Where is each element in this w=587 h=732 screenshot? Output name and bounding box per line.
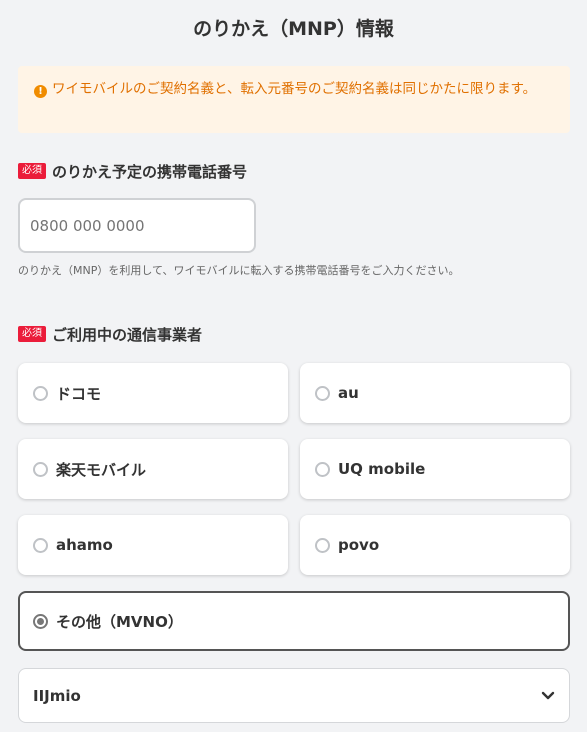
- notice-text: ワイモバイルのご契約名義と、転入元番号のご契約名義は同じかたに限ります。: [52, 81, 537, 97]
- info-icon: !: [34, 85, 47, 98]
- required-badge: 必須: [18, 163, 46, 179]
- carrier-option-rakuten[interactable]: 楽天モバイル: [18, 439, 288, 499]
- carrier-option-au[interactable]: au: [300, 363, 570, 423]
- carrier-option-label: povo: [338, 536, 380, 554]
- radio-button[interactable]: [33, 461, 48, 477]
- notice-box: ! ワイモバイルのご契約名義と、転入元番号のご契約名義は同じかたに限ります。: [18, 66, 570, 133]
- carrier-option-label: ahamo: [56, 536, 113, 554]
- carrier-option-ahamo[interactable]: ahamo: [18, 515, 288, 575]
- carrier-option-other-mvno[interactable]: その他（MVNO）: [18, 591, 570, 651]
- carrier-option-povo[interactable]: povo: [300, 515, 570, 575]
- carrier-option-label: その他（MVNO）: [56, 612, 183, 631]
- phone-number-input[interactable]: [18, 198, 256, 253]
- radio-button[interactable]: [33, 385, 48, 401]
- mvno-select[interactable]: IIJmio: [18, 668, 570, 723]
- phone-section-title: のりかえ予定の携帯電話番号: [52, 162, 248, 181]
- carrier-option-label: au: [338, 384, 359, 402]
- carrier-option-docomo[interactable]: ドコモ: [18, 363, 288, 423]
- chevron-down-icon: [541, 691, 555, 699]
- carrier-section-label: 必須 ご利用中の通信事業者: [18, 323, 202, 345]
- radio-button-selected[interactable]: [33, 613, 48, 629]
- phone-hint: のりかえ（MNP）を利用して、ワイモバイルに転入する携帯電話番号をご入力ください…: [18, 264, 460, 277]
- radio-button[interactable]: [315, 385, 330, 401]
- radio-button[interactable]: [315, 461, 330, 477]
- radio-button[interactable]: [33, 537, 48, 553]
- phone-section-label: 必須 のりかえ予定の携帯電話番号: [18, 160, 247, 182]
- required-badge: 必須: [18, 326, 46, 342]
- carrier-section-title: ご利用中の通信事業者: [52, 325, 203, 344]
- carrier-option-label: 楽天モバイル: [56, 460, 147, 479]
- carrier-option-label: UQ mobile: [338, 460, 426, 478]
- page-title: のりかえ（MNP）情報: [193, 18, 394, 40]
- carrier-option-uq-mobile[interactable]: UQ mobile: [300, 439, 570, 499]
- carrier-option-label: ドコモ: [56, 384, 102, 403]
- mvno-select-value: IIJmio: [33, 686, 81, 705]
- radio-button[interactable]: [315, 537, 330, 553]
